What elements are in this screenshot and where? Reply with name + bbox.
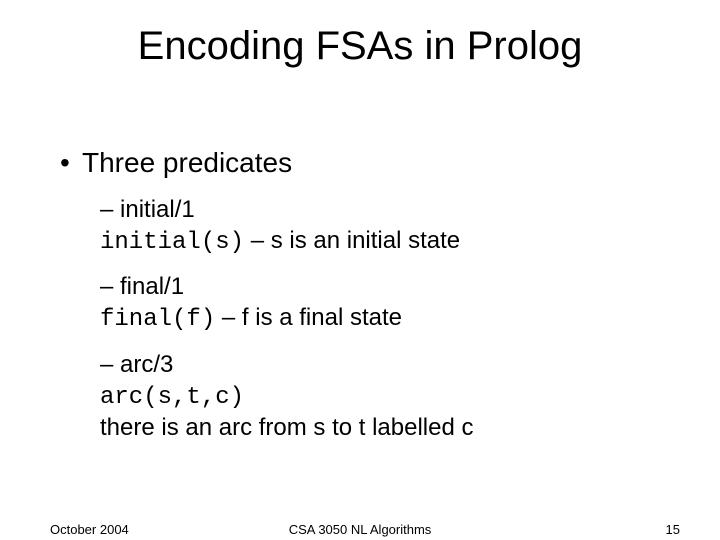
sub-desc: – s is an initial state bbox=[244, 227, 460, 254]
sub-head: initial/1 bbox=[120, 196, 195, 223]
sub-bullets: – initial/1 initial(s) – s is an initial… bbox=[60, 195, 670, 444]
sub-desc: – f is a final state bbox=[215, 304, 402, 331]
dash-icon: – bbox=[100, 351, 120, 378]
footer-course: CSA 3050 NL Algorithms bbox=[0, 522, 720, 537]
slide: Encoding FSAs in Prolog •Three predicate… bbox=[0, 0, 720, 540]
dash-icon: – bbox=[100, 196, 120, 223]
code-text: final(f) bbox=[100, 306, 215, 333]
sub-desc-line2: there is an arc from s to t labelled c bbox=[100, 414, 474, 441]
slide-content: •Three predicates – initial/1 initial(s)… bbox=[50, 147, 670, 444]
sub-head: arc/3 bbox=[120, 351, 173, 378]
sub-bullet-initial: – initial/1 initial(s) – s is an initial… bbox=[100, 195, 670, 258]
slide-title: Encoding FSAs in Prolog bbox=[50, 24, 670, 69]
dash-icon: – bbox=[100, 273, 120, 300]
code-text: initial(s) bbox=[100, 229, 244, 256]
sub-bullet-final: – final/1 final(f) – f is a final state bbox=[100, 272, 670, 335]
sub-bullet-arc: – arc/3 arc(s,t,c) there is an arc from … bbox=[100, 350, 670, 444]
bullet-1-text: Three predicates bbox=[82, 147, 292, 178]
footer-page-number: 15 bbox=[666, 522, 680, 537]
sub-head: final/1 bbox=[120, 273, 184, 300]
code-text: arc(s,t,c) bbox=[100, 384, 244, 411]
bullet-level-1: •Three predicates bbox=[60, 147, 670, 179]
bullet-dot-icon: • bbox=[60, 147, 82, 179]
